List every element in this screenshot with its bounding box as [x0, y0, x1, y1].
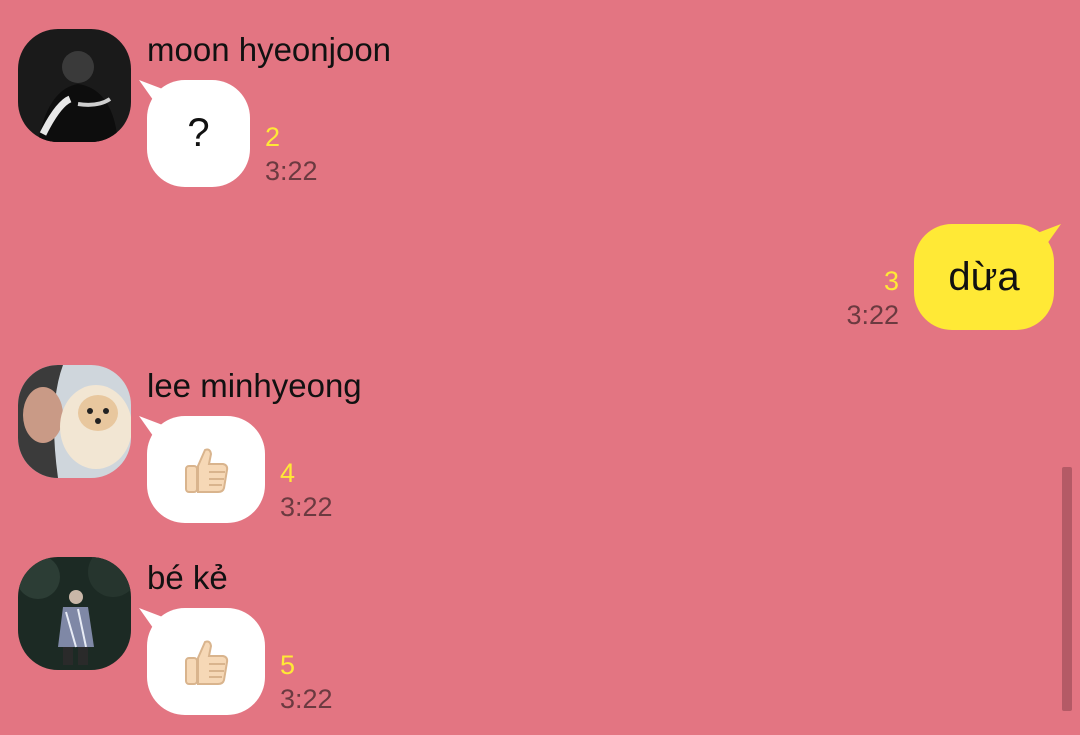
thumbs-up-icon — [185, 448, 229, 493]
sender-name: lee minhyeong — [147, 367, 362, 404]
avatar[interactable] — [18, 557, 131, 670]
message-text: ? — [187, 111, 210, 155]
message-bubble[interactable] — [147, 416, 265, 523]
sender-name: moon hyeonjoon — [147, 31, 392, 68]
chat-window: moon hyeonjoon ? 2 3:22 3 3:22 dừa lee m… — [0, 0, 1080, 735]
unread-count: 2 — [265, 122, 281, 152]
message-time: 3:22 — [265, 156, 318, 186]
message-meta: 4 3:22 — [280, 456, 333, 524]
message-time: 3:22 — [280, 684, 333, 714]
unread-count: 5 — [280, 650, 296, 680]
avatar[interactable] — [18, 365, 131, 478]
unread-count: 3 — [883, 266, 899, 296]
message-bubble-own[interactable]: dừa — [914, 224, 1054, 330]
message-meta: 3 3:22 — [846, 264, 899, 332]
avatar-photo-icon — [18, 557, 131, 670]
message-meta: 5 3:22 — [280, 648, 333, 716]
avatar-photo-icon — [18, 365, 131, 478]
message-meta: 2 3:22 — [265, 120, 318, 188]
sender-name: bé kẻ — [147, 559, 228, 596]
scrollbar[interactable] — [1062, 467, 1072, 711]
avatar[interactable] — [18, 29, 131, 142]
avatar-photo-icon — [18, 29, 131, 142]
unread-count: 4 — [280, 458, 296, 488]
message-bubble[interactable] — [147, 608, 265, 715]
message-text: dừa — [948, 254, 1020, 299]
thumbs-up-icon — [185, 640, 229, 685]
message-time: 3:22 — [846, 300, 899, 330]
message-time: 3:22 — [280, 492, 333, 522]
message-bubble[interactable]: ? — [147, 80, 250, 187]
